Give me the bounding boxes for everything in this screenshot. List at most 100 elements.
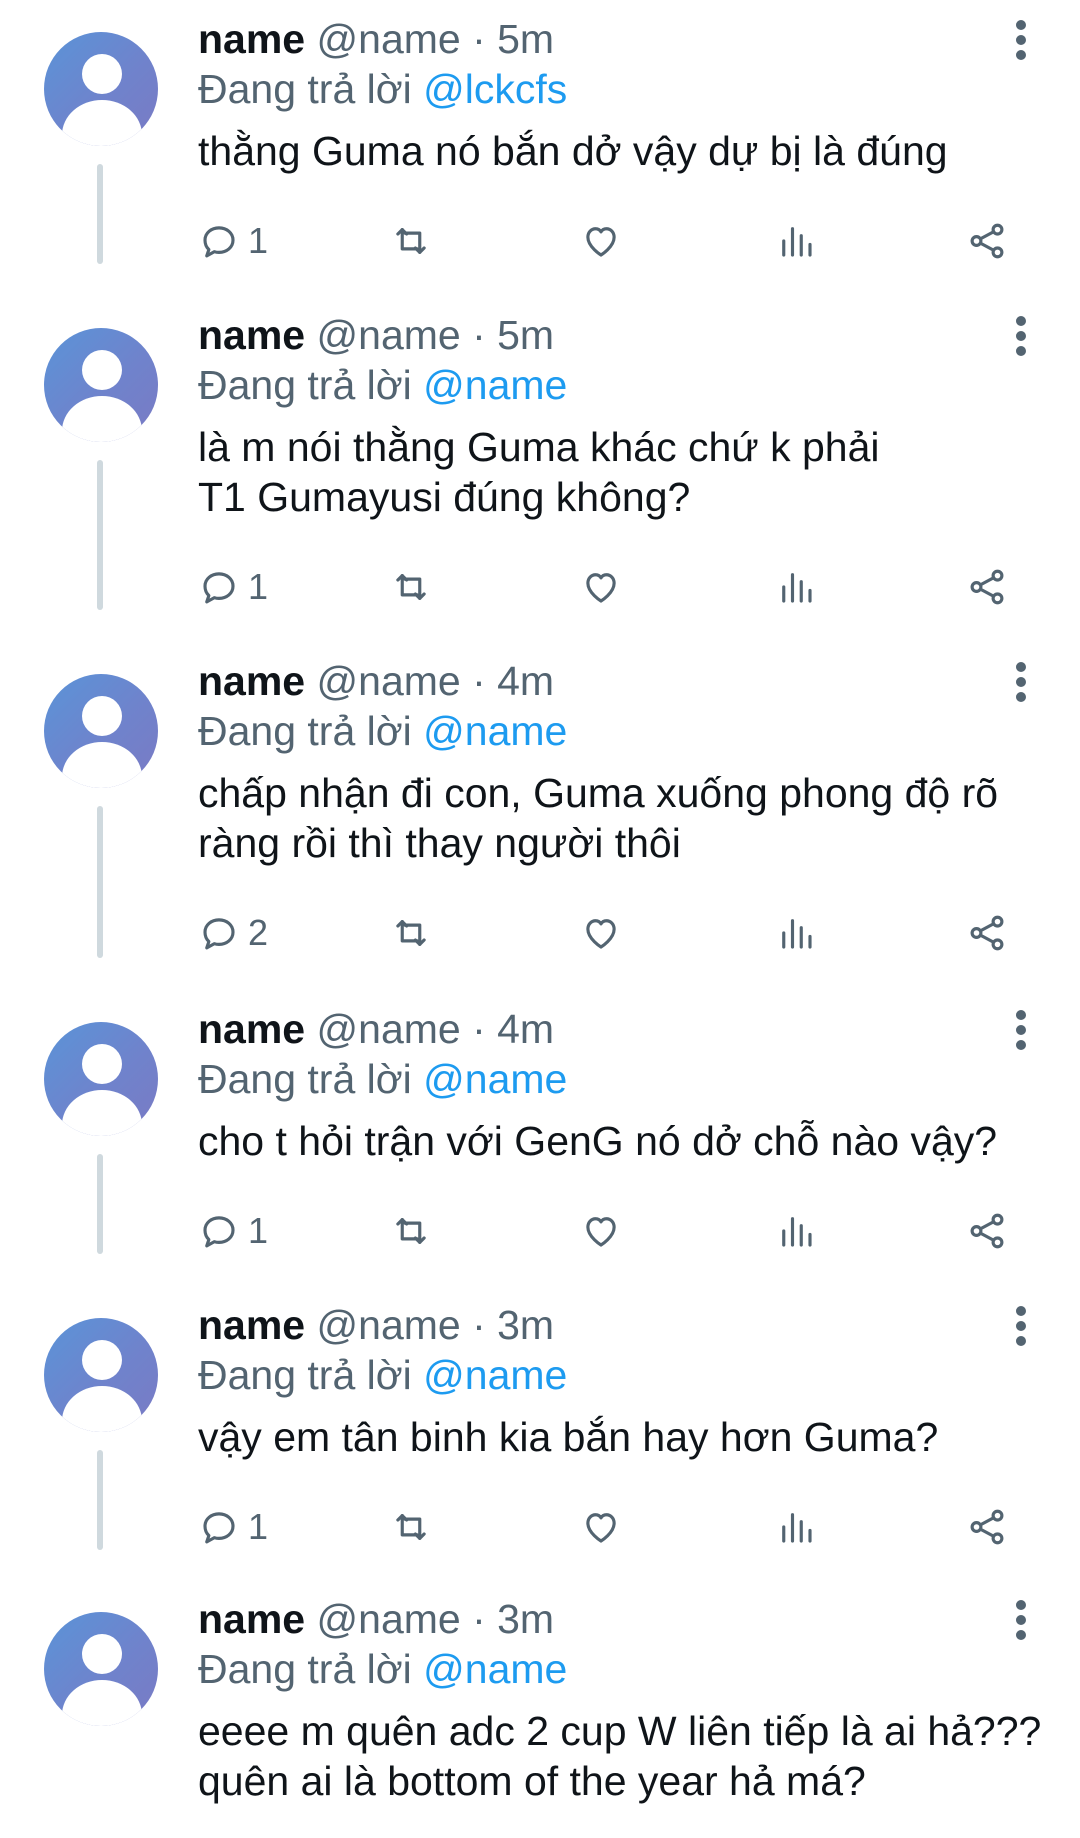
reply-icon <box>203 1512 235 1544</box>
avatar[interactable] <box>44 1022 158 1136</box>
more-vertical-icon[interactable] <box>1008 1010 1034 1050</box>
tweet-header: name @name · 5m <box>198 312 554 358</box>
replying-to: Đang trả lời @lckcfs <box>198 66 567 112</box>
replying-to-mention[interactable]: @name <box>423 1646 567 1692</box>
avatar[interactable] <box>44 1612 158 1726</box>
replying-to-label: Đang trả lời <box>198 1352 412 1398</box>
reply-count: 1 <box>248 1506 269 1547</box>
more-vertical-icon[interactable] <box>1008 1600 1034 1640</box>
avatar[interactable] <box>44 32 158 146</box>
thread-connector <box>97 460 103 610</box>
reply-button[interactable]: 1 <box>198 216 268 266</box>
avatar[interactable] <box>44 674 158 788</box>
avatar[interactable] <box>44 328 158 442</box>
views-icon <box>782 1217 812 1247</box>
retweet-button[interactable] <box>390 216 432 266</box>
share-button[interactable] <box>966 216 1008 266</box>
retweet-button[interactable] <box>390 1502 432 1552</box>
retweet-icon <box>396 228 426 254</box>
views-icon <box>782 919 812 949</box>
tweet-header: name @name · 5m <box>198 16 554 62</box>
reply-icon <box>203 1216 235 1248</box>
reply-button[interactable]: 1 <box>198 1502 268 1552</box>
views-button[interactable] <box>775 1502 817 1552</box>
avatar[interactable] <box>44 1318 158 1432</box>
display-name[interactable]: name <box>198 312 305 358</box>
reply-icon <box>203 918 235 950</box>
share-button[interactable] <box>966 908 1008 958</box>
display-name[interactable]: name <box>198 658 305 704</box>
heart-icon <box>586 573 616 603</box>
replying-to-mention[interactable]: @name <box>423 708 567 754</box>
thread-connector <box>97 806 103 958</box>
replying-to-mention[interactable]: @name <box>423 1352 567 1398</box>
thread-connector <box>97 1450 103 1550</box>
more-vertical-icon[interactable] <box>1008 662 1034 702</box>
heart-icon <box>586 1217 616 1247</box>
display-name[interactable]: name <box>198 1596 305 1642</box>
replying-to-mention[interactable]: @name <box>423 1056 567 1102</box>
heart-icon <box>586 1513 616 1543</box>
replying-to-label: Đang trả lời <box>198 1646 412 1692</box>
views-button[interactable] <box>775 908 817 958</box>
tweet-actions: 1 <box>198 1206 1058 1256</box>
reply-count: 2 <box>248 912 269 953</box>
handle-and-time: @name · 5m <box>316 16 555 62</box>
reply-icon <box>203 226 235 258</box>
tweet-header: name @name · 3m <box>198 1596 554 1642</box>
handle-and-time: @name · 3m <box>316 1596 555 1642</box>
reply-count: 1 <box>248 220 269 261</box>
heart-icon <box>586 227 616 257</box>
share-button[interactable] <box>966 562 1008 612</box>
retweet-button[interactable] <box>390 562 432 612</box>
views-button[interactable] <box>775 216 817 266</box>
replying-to: Đang trả lời @name <box>198 1646 567 1692</box>
like-button[interactable] <box>580 908 622 958</box>
tweet-header: name @name · 4m <box>198 1006 554 1052</box>
share-icon <box>970 1509 1004 1545</box>
replying-to-label: Đang trả lời <box>198 362 412 408</box>
display-name[interactable]: name <box>198 1302 305 1348</box>
replying-to-label: Đang trả lời <box>198 708 412 754</box>
reply-thread: name @name · 5m Đang trả lời @lckcfs thằ… <box>0 0 1080 1838</box>
more-vertical-icon[interactable] <box>1008 20 1034 60</box>
tweet-text: chấp nhận đi con, Guma xuống phong độ rõ… <box>198 770 999 866</box>
heart-icon <box>586 919 616 949</box>
reply-icon <box>203 572 235 604</box>
views-icon <box>782 1513 812 1543</box>
handle-and-time: @name · 5m <box>316 312 555 358</box>
replying-to-mention[interactable]: @lckcfs <box>423 66 567 112</box>
like-button[interactable] <box>580 1206 622 1256</box>
display-name[interactable]: name <box>198 1006 305 1052</box>
views-button[interactable] <box>775 1206 817 1256</box>
retweet-icon <box>396 574 426 600</box>
like-button[interactable] <box>580 562 622 612</box>
replying-to-label: Đang trả lời <box>198 66 412 112</box>
replying-to: Đang trả lời @name <box>198 1352 567 1398</box>
retweet-button[interactable] <box>390 908 432 958</box>
retweet-button[interactable] <box>390 1206 432 1256</box>
like-button[interactable] <box>580 216 622 266</box>
reply-button[interactable]: 1 <box>198 562 268 612</box>
share-button[interactable] <box>966 1502 1008 1552</box>
tweet-actions: 1 <box>198 562 1058 612</box>
replying-to-mention[interactable]: @name <box>423 362 567 408</box>
share-button[interactable] <box>966 1206 1008 1256</box>
tweet-text: eeee m quên adc 2 cup W liên tiếp là ai … <box>198 1708 1042 1804</box>
handle-and-time: @name · 3m <box>316 1302 555 1348</box>
reply-button[interactable]: 1 <box>198 1206 268 1256</box>
thread-connector <box>97 1154 103 1254</box>
tweet-text: vậy em tân binh kia bắn hay hơn Guma? <box>198 1414 939 1460</box>
views-button[interactable] <box>775 562 817 612</box>
more-vertical-icon[interactable] <box>1008 316 1034 356</box>
replying-to-label: Đang trả lời <box>198 1056 412 1102</box>
reply-button[interactable]: 2 <box>198 908 268 958</box>
tweet-header: name @name · 3m <box>198 1302 554 1348</box>
display-name[interactable]: name <box>198 16 305 62</box>
tweet-header: name @name · 4m <box>198 658 554 704</box>
handle-and-time: @name · 4m <box>316 658 555 704</box>
tweet-text: thằng Guma nó bắn dở vậy dự bị là đúng <box>198 128 948 174</box>
like-button[interactable] <box>580 1502 622 1552</box>
views-icon <box>782 227 812 257</box>
more-vertical-icon[interactable] <box>1008 1306 1034 1346</box>
